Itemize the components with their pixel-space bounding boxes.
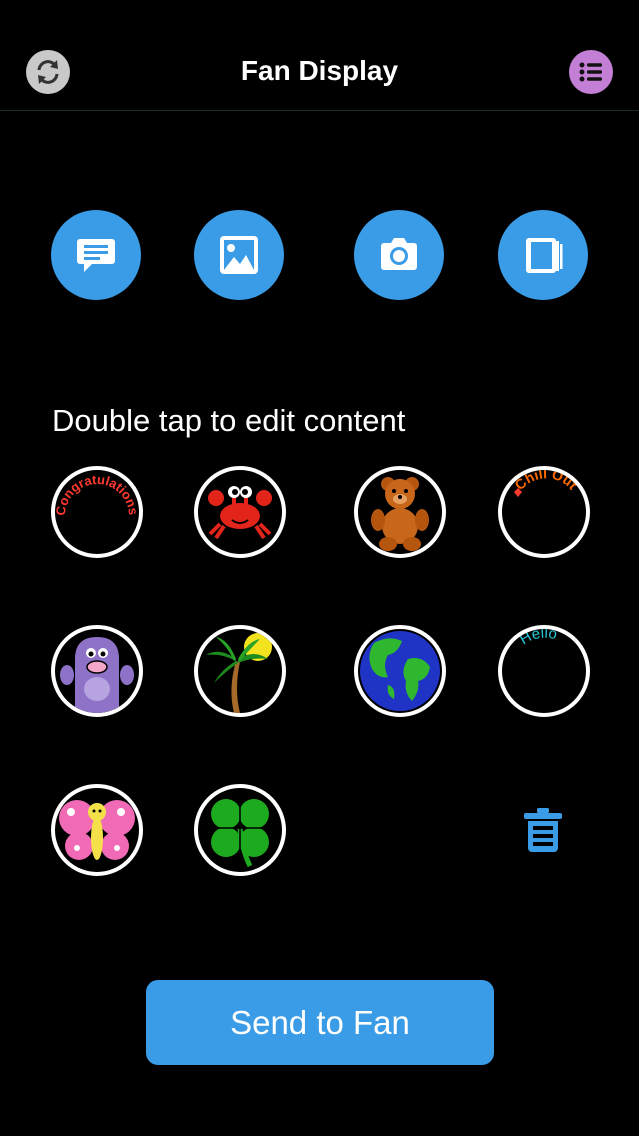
delete-button[interactable] — [521, 806, 565, 854]
butterfly-icon — [59, 800, 135, 860]
purple-monster-icon — [60, 637, 134, 713]
content-slot-purple-monster[interactable] — [51, 625, 143, 717]
content-slot-clover[interactable] — [194, 784, 286, 876]
camera-icon — [381, 238, 417, 270]
send-to-fan-button[interactable]: Send to Fan — [146, 980, 494, 1065]
trash-icon — [524, 808, 562, 852]
add-text-button[interactable] — [51, 210, 141, 300]
page-title: Fan Display — [240, 55, 399, 86]
four-leaf-clover-icon — [211, 799, 269, 868]
earth-icon — [360, 631, 440, 711]
content-slot-palm-tree[interactable] — [194, 625, 286, 717]
curved-text-congratulations: Congratulations — [55, 472, 139, 517]
content-slot-crab[interactable] — [194, 466, 286, 558]
header-bar: Fan Display — [0, 0, 639, 111]
content-slot-teddy-bear[interactable] — [354, 466, 446, 558]
svg-text:Congratulations: Congratulations — [55, 472, 139, 517]
svg-text:Chill Out: Chill Out — [511, 470, 581, 493]
book-icon — [526, 238, 563, 273]
content-slot-hello[interactable]: Hello — [498, 625, 590, 717]
content-slot-earth[interactable] — [354, 625, 446, 717]
add-image-button[interactable] — [194, 210, 284, 300]
svg-text:Hello: Hello — [517, 629, 559, 648]
list-icon — [579, 62, 602, 82]
library-button[interactable] — [498, 210, 588, 300]
crab-icon — [208, 486, 272, 540]
edit-hint: Double tap to edit content — [52, 403, 406, 438]
image-icon — [220, 236, 258, 274]
content-slot-butterfly[interactable] — [51, 784, 143, 876]
camera-button[interactable] — [354, 210, 444, 300]
menu-button[interactable] — [569, 50, 613, 94]
curved-text-hello: Hello — [517, 629, 559, 648]
teddy-bear-icon — [371, 477, 429, 551]
message-icon — [77, 239, 115, 272]
content-slot-congratulations[interactable]: Congratulations — [51, 466, 143, 558]
fan-display-screen: Fan Display Double tap to edit content o… — [0, 0, 639, 1136]
palm-tree-icon — [206, 633, 272, 713]
curved-text-chill-out: Chill Out — [511, 470, 581, 497]
content-slot-chill-out[interactable]: Chill Out — [498, 466, 590, 558]
